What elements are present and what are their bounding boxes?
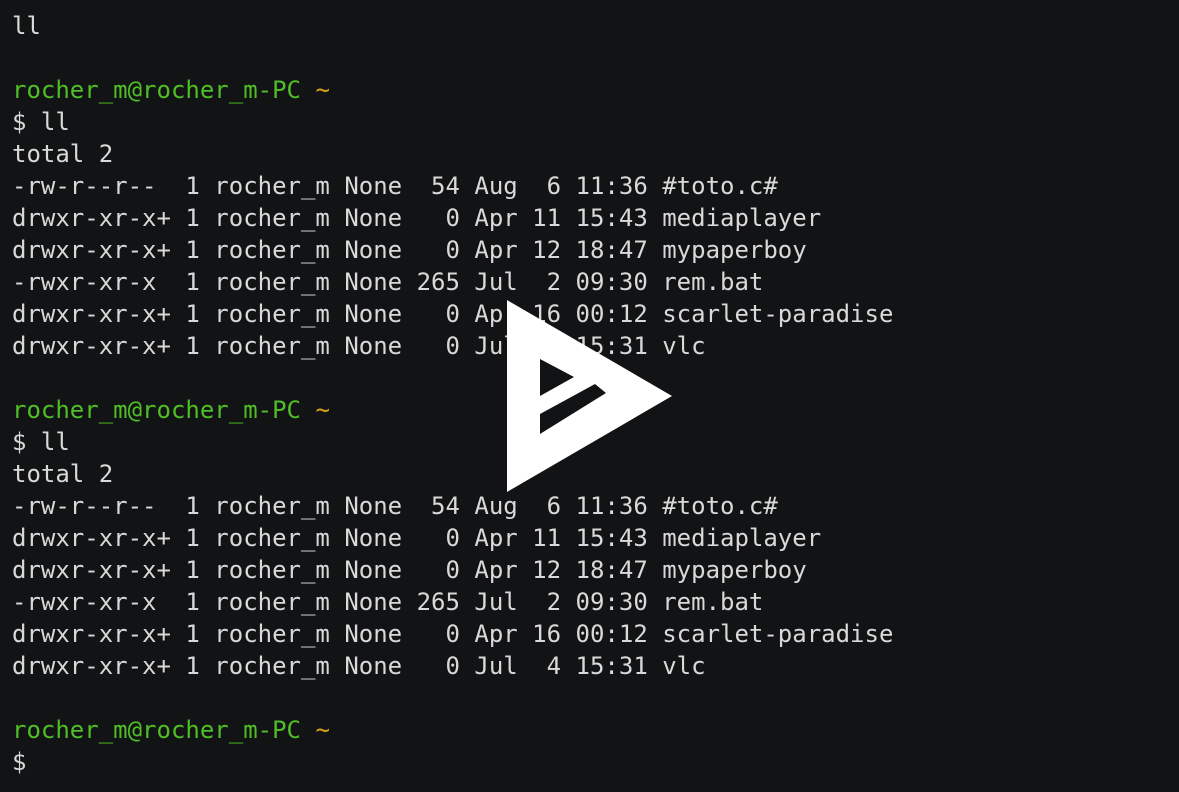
output-line: drwxr-xr-x+ 1 rocher_m None 0 Apr 12 18:… bbox=[12, 236, 807, 264]
prompt-directory: ~ bbox=[315, 716, 330, 744]
prompt-user-host: rocher_m@rocher_m-PC bbox=[12, 396, 301, 424]
output-line: drwxr-xr-x+ 1 rocher_m None 0 Apr 11 15:… bbox=[12, 204, 822, 232]
output-line: drwxr-xr-x+ 1 rocher_m None 0 Jul 4 15:3… bbox=[12, 652, 706, 680]
prompt-line: rocher_m@rocher_m-PC ~ bbox=[12, 714, 1167, 746]
output-line: -rwxr-xr-x 1 rocher_m None 265 Jul 2 09:… bbox=[12, 588, 764, 616]
prompt-directory: ~ bbox=[315, 76, 330, 104]
play-button[interactable] bbox=[500, 296, 680, 496]
output-line: drwxr-xr-x+ 1 rocher_m None 0 Apr 12 18:… bbox=[12, 556, 807, 584]
prompt-user-host: rocher_m@rocher_m-PC bbox=[12, 716, 301, 744]
output-line: total 2 bbox=[12, 140, 114, 168]
output-line: -rw-r--r-- 1 rocher_m None 54 Aug 6 11:3… bbox=[12, 172, 778, 200]
prompt-user-host: rocher_m@rocher_m-PC bbox=[12, 76, 301, 104]
terminal-window[interactable]: ll rocher_m@rocher_m-PC ~ $ ll total 2 -rw-r… bbox=[0, 0, 1179, 792]
output-line: drwxr-xr-x+ 1 rocher_m None 0 Apr 11 15:… bbox=[12, 524, 822, 552]
output-line: ll bbox=[12, 12, 41, 40]
command-line: $ ll bbox=[12, 108, 70, 136]
prompt-directory: ~ bbox=[315, 396, 330, 424]
prompt-line: rocher_m@rocher_m-PC ~ bbox=[12, 74, 1167, 106]
output-line: -rwxr-xr-x 1 rocher_m None 265 Jul 2 09:… bbox=[12, 268, 764, 296]
command-line: $ bbox=[12, 748, 27, 776]
output-line: drwxr-xr-x+ 1 rocher_m None 0 Apr 16 00:… bbox=[12, 620, 894, 648]
